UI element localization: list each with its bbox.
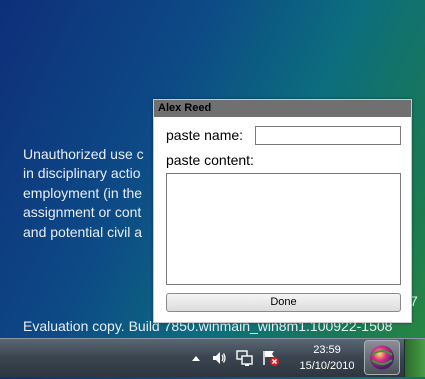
- paste-content-textarea[interactable]: [166, 173, 401, 285]
- speaker-volume-icon[interactable]: [211, 350, 226, 364]
- show-desktop-button[interactable]: [404, 339, 425, 377]
- paste-name-label: paste name:: [166, 127, 244, 143]
- action-center-flag-icon[interactable]: [262, 349, 279, 366]
- clock-time: 23:59: [313, 344, 341, 356]
- done-button[interactable]: Done: [166, 293, 401, 312]
- taskbar-clock[interactable]: 23:59 15/10/2010: [296, 342, 358, 374]
- clock-date: 15/10/2010: [299, 360, 355, 372]
- ball-app-icon: [370, 345, 394, 370]
- network-icon[interactable]: [236, 349, 253, 366]
- paste-name-input[interactable]: [255, 126, 401, 145]
- paste-dialog: Alex Reed paste name: paste content: Don…: [153, 99, 412, 323]
- dialog-titlebar[interactable]: Alex Reed: [154, 100, 411, 117]
- taskbar: 23:59 15/10/2010: [0, 338, 425, 377]
- paste-content-label: paste content:: [166, 152, 254, 168]
- show-hidden-icons-arrow-icon[interactable]: [190, 352, 204, 366]
- taskbar-app-button[interactable]: [364, 340, 400, 375]
